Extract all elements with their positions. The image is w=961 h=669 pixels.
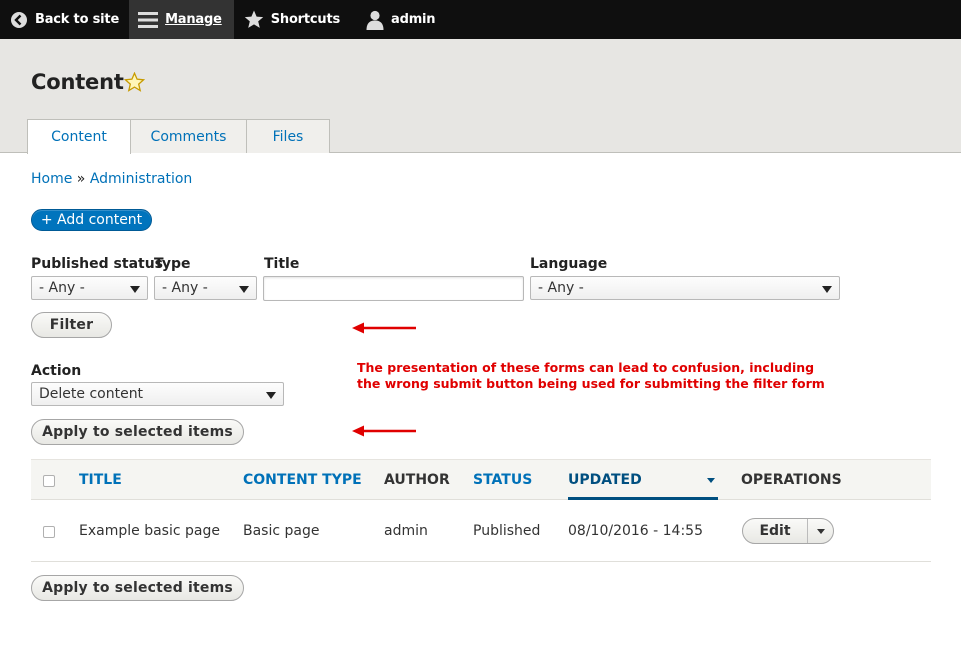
user-tab[interactable]: admin	[350, 0, 445, 39]
add-content-button[interactable]: + Add content	[31, 209, 152, 231]
title-label: Title	[264, 256, 300, 272]
language-value: - Any -	[538, 280, 584, 296]
annotation-arrow-icon	[352, 322, 416, 334]
published-status-select[interactable]: - Any -	[31, 276, 148, 300]
annotation-arrow-icon	[352, 425, 416, 437]
tab-files[interactable]: Files	[246, 119, 330, 153]
chevron-down-icon	[266, 392, 276, 399]
tab-comments[interactable]: Comments	[130, 119, 247, 153]
column-operations: OPERATIONS	[741, 472, 842, 488]
shortcuts-tab[interactable]: Shortcuts	[234, 0, 350, 39]
row-author-link[interactable]: admin	[384, 523, 428, 539]
language-select[interactable]: - Any -	[530, 276, 840, 300]
user-label: admin	[391, 12, 436, 27]
manage-tab[interactable]: Manage	[129, 0, 234, 39]
breadcrumb-home[interactable]: Home	[31, 171, 72, 187]
row-status: Published	[473, 523, 541, 539]
column-updated[interactable]: UPDATED	[568, 472, 642, 488]
sort-descending-icon	[707, 478, 715, 483]
action-value: Delete content	[39, 386, 144, 402]
back-arrow-icon	[10, 11, 28, 29]
title-input[interactable]	[263, 276, 524, 301]
column-content-type[interactable]: CONTENT TYPE	[243, 472, 362, 488]
type-select[interactable]: - Any -	[154, 276, 257, 300]
action-select[interactable]: Delete content	[31, 382, 284, 406]
shortcut-star-icon[interactable]	[123, 71, 146, 96]
apply-selected-button-top[interactable]: Apply to selected items	[31, 419, 244, 445]
operations-dropbutton: Edit	[742, 518, 834, 544]
admin-toolbar: Back to site Manage Shortcuts admin	[0, 0, 961, 39]
chevron-down-icon	[239, 286, 249, 293]
chevron-down-icon	[130, 286, 140, 293]
shortcuts-label: Shortcuts	[270, 12, 341, 27]
star-icon	[244, 10, 264, 29]
column-author: AUTHOR	[384, 472, 450, 488]
filter-button[interactable]: Filter	[31, 312, 112, 338]
breadcrumb-separator: »	[76, 171, 86, 187]
column-status[interactable]: STATUS	[473, 472, 532, 488]
page-title: Content	[31, 70, 124, 94]
chevron-down-icon	[822, 286, 832, 293]
row-updated: 08/10/2016 - 14:55	[568, 523, 703, 539]
primary-tabs: Content Comments Files	[27, 119, 330, 154]
table-header: TITLE CONTENT TYPE AUTHOR STATUS UPDATED…	[31, 459, 931, 500]
page-header: Content Content Comments Files	[0, 39, 961, 154]
row-content-type: Basic page	[243, 523, 320, 539]
manage-label: Manage	[165, 12, 222, 27]
action-label: Action	[31, 363, 82, 379]
operations-toggle[interactable]	[808, 519, 833, 543]
column-title[interactable]: TITLE	[79, 472, 122, 488]
apply-selected-button-bottom[interactable]: Apply to selected items	[31, 575, 244, 601]
annotation-text: The presentation of these forms can lead…	[357, 360, 825, 391]
published-status-value: - Any -	[39, 280, 85, 296]
chevron-down-icon	[817, 529, 825, 534]
row-checkbox[interactable]	[43, 526, 55, 538]
breadcrumb-administration[interactable]: Administration	[90, 171, 192, 187]
hamburger-icon	[138, 11, 159, 29]
published-status-label: Published status	[31, 256, 164, 272]
type-value: - Any -	[162, 280, 208, 296]
edit-button[interactable]: Edit	[743, 519, 808, 543]
back-to-site-label: Back to site	[35, 12, 120, 27]
user-icon	[366, 10, 384, 30]
row-title-link[interactable]: Example basic page	[79, 523, 220, 539]
tab-content[interactable]: Content	[27, 119, 131, 154]
back-to-site-link[interactable]: Back to site	[0, 0, 129, 39]
language-label: Language	[530, 256, 608, 272]
breadcrumb: Home » Administration	[31, 171, 192, 187]
select-all-checkbox[interactable]	[43, 475, 55, 487]
type-label: Type	[154, 256, 191, 272]
